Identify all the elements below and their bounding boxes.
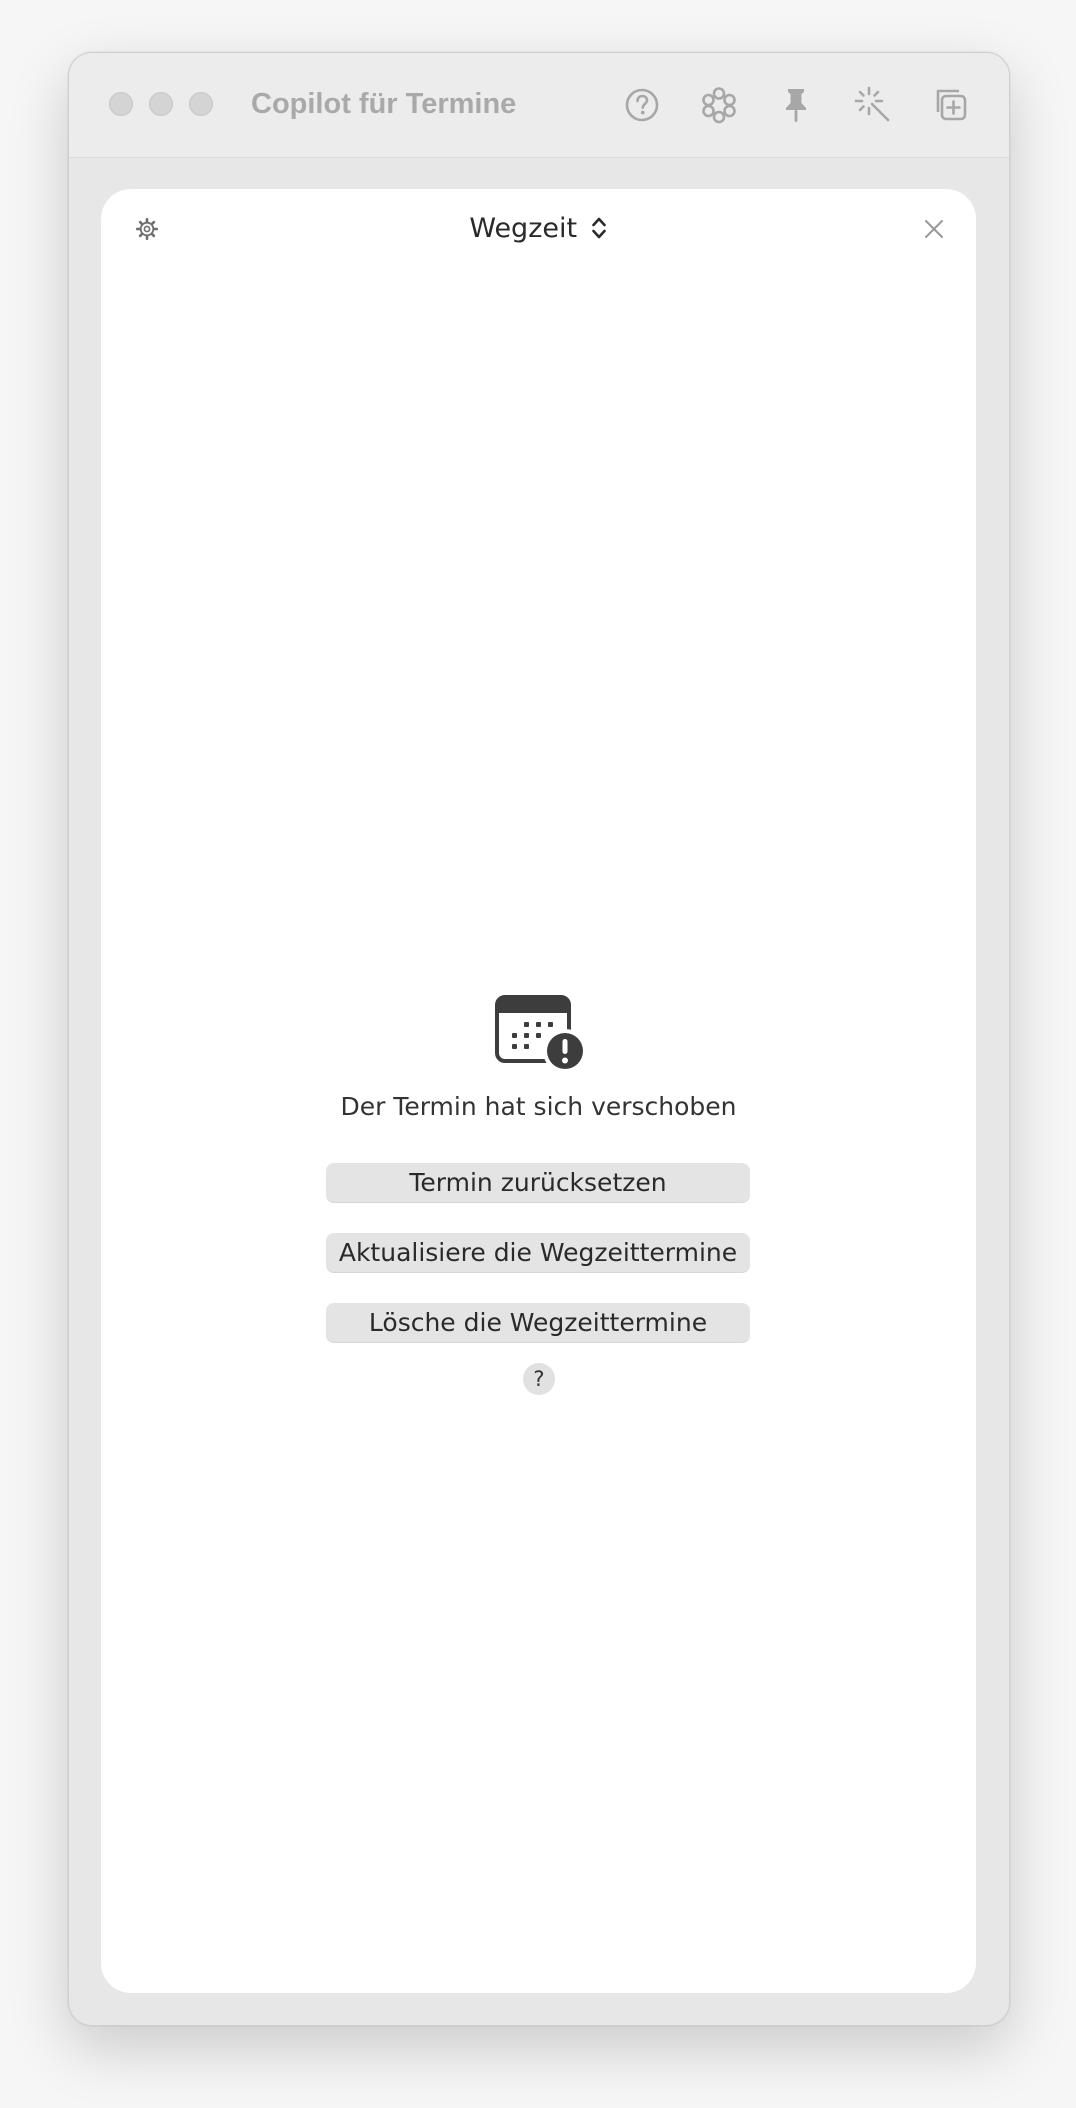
title-bar[interactable]: Copilot für Termine: [69, 53, 1009, 158]
close-window-button[interactable]: [109, 92, 133, 116]
update-travel-times-button[interactable]: Aktualisiere die Wegzeittermine: [326, 1233, 750, 1273]
mode-selector-label: Wegzeit: [469, 213, 578, 244]
zoom-window-button[interactable]: [189, 92, 213, 116]
help-button[interactable]: ?: [523, 1363, 555, 1395]
magic-wand-icon[interactable]: [853, 85, 893, 125]
chevron-up-down-icon: [590, 214, 608, 242]
pin-icon[interactable]: [776, 85, 816, 125]
add-window-icon[interactable]: [930, 85, 970, 125]
reset-appointment-button[interactable]: Termin zurücksetzen: [326, 1163, 750, 1203]
app-window: Copilot für Termine Wegzeit Der Termin h…: [68, 52, 1010, 2026]
close-icon[interactable]: [922, 217, 946, 241]
minimize-window-button[interactable]: [149, 92, 173, 116]
flower-icon[interactable]: [699, 85, 739, 125]
gear-icon[interactable]: [133, 215, 161, 243]
travel-time-panel: Wegzeit Der Termin hat sich verschoben T…: [101, 189, 976, 1993]
delete-travel-times-button[interactable]: Lösche die Wegzeittermine: [326, 1303, 750, 1343]
window-title: Copilot für Termine: [251, 88, 517, 120]
help-icon[interactable]: [622, 85, 662, 125]
status-message: Der Termin hat sich verschoben: [340, 1092, 737, 1121]
calendar-alert-icon: [495, 995, 587, 1073]
mode-selector[interactable]: Wegzeit: [409, 209, 669, 249]
